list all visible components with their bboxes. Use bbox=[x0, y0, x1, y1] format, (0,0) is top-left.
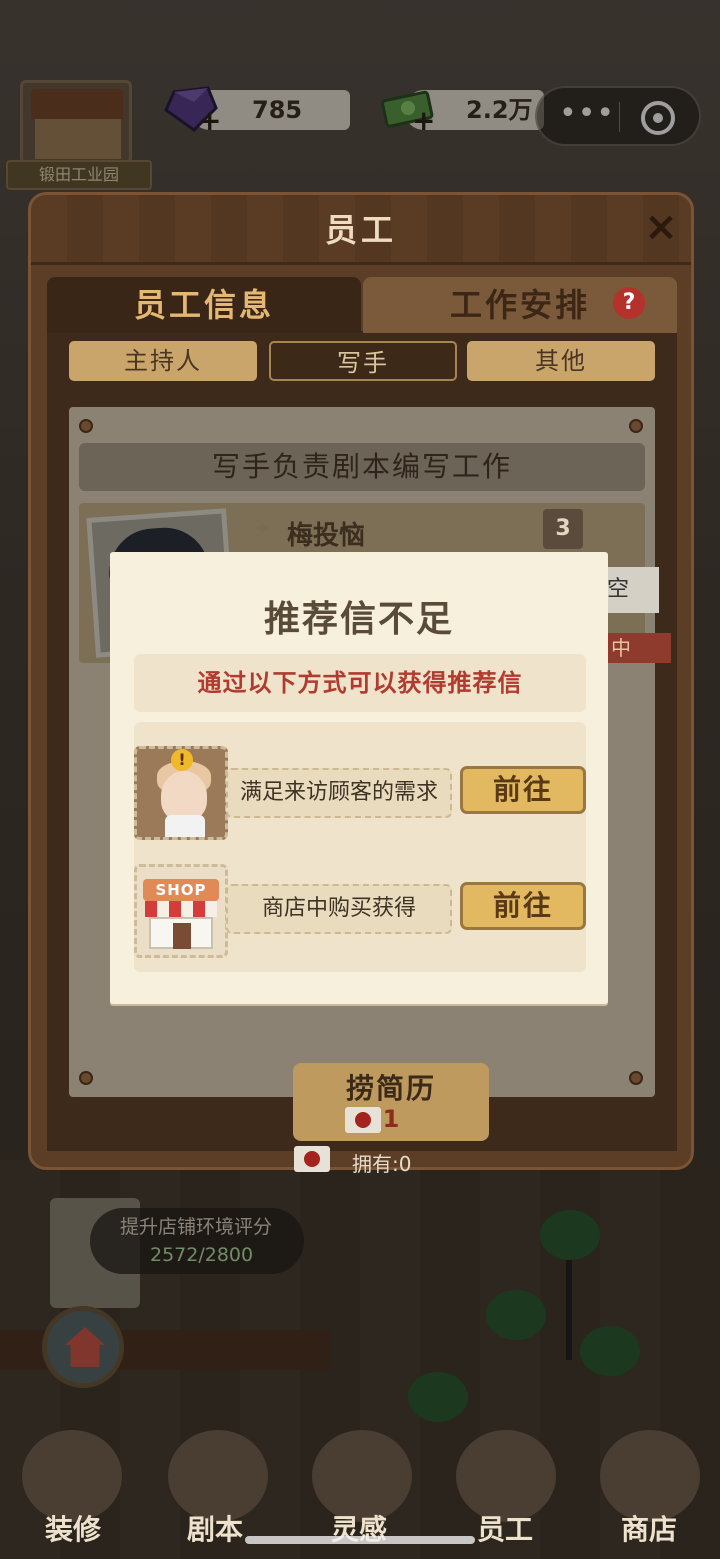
shop-door bbox=[173, 923, 191, 949]
tab-staff-info[interactable]: 员工信息 bbox=[47, 277, 361, 333]
candidate-tag: 空 bbox=[601, 567, 659, 613]
fetch-resume-cost: 1 bbox=[382, 1105, 400, 1133]
dialog-title: 推荐信不足 bbox=[263, 599, 454, 640]
candidate-level-badge: 3 bbox=[543, 509, 583, 549]
owned-letters: 拥有:0 bbox=[352, 1152, 412, 1176]
shop-sign: SHOP bbox=[143, 879, 219, 901]
nav-decorate-label[interactable]: 装修 bbox=[18, 1508, 128, 1548]
dialog-subtitle: 通过以下方式可以获得推荐信 bbox=[134, 654, 586, 712]
help-icon[interactable]: ? bbox=[613, 287, 645, 319]
subtab-host[interactable]: 主持人 bbox=[69, 341, 257, 381]
pin bbox=[79, 419, 93, 433]
character-body bbox=[165, 815, 205, 837]
subtab-writer[interactable]: 写手 bbox=[269, 341, 457, 381]
role-description: 写手负责剧本编写工作 bbox=[79, 443, 645, 491]
panel-title: 员工 bbox=[324, 211, 397, 249]
go-button-customer[interactable]: 前往 bbox=[460, 766, 586, 814]
shop-thumbnail: SHOP bbox=[134, 864, 228, 958]
character-face bbox=[161, 771, 207, 821]
candidate-tag: 中 bbox=[603, 633, 671, 663]
pin bbox=[79, 1071, 93, 1085]
insufficient-letters-dialog: 推荐信不足 通过以下方式可以获得推荐信 ! 满足来访顾客的需求 前往 SHOP … bbox=[110, 552, 608, 1004]
nav-shop-label[interactable]: 商店 bbox=[594, 1508, 704, 1548]
shop-awning bbox=[145, 901, 217, 917]
pin bbox=[629, 419, 643, 433]
go-button-shop[interactable]: 前往 bbox=[460, 882, 586, 930]
candidate-name: 梅投恼 bbox=[287, 521, 366, 551]
customer-request-thumbnail: ! bbox=[134, 746, 228, 840]
fetch-resume-label: 捞简历 bbox=[345, 1072, 436, 1105]
star-icon: ✦ bbox=[253, 517, 272, 542]
close-panel-button[interactable]: × bbox=[641, 207, 681, 247]
alert-icon: ! bbox=[171, 749, 193, 771]
pin bbox=[629, 1071, 643, 1085]
option-shop-purchase: 商店中购买获得 bbox=[226, 884, 452, 934]
home-indicator bbox=[245, 1536, 475, 1544]
letter-seal-icon bbox=[294, 1146, 330, 1172]
subtab-other[interactable]: 其他 bbox=[467, 341, 655, 381]
option-customer-request: 满足来访顾客的需求 bbox=[226, 768, 452, 818]
fetch-resume-button[interactable]: 捞简历 1 bbox=[293, 1063, 489, 1141]
